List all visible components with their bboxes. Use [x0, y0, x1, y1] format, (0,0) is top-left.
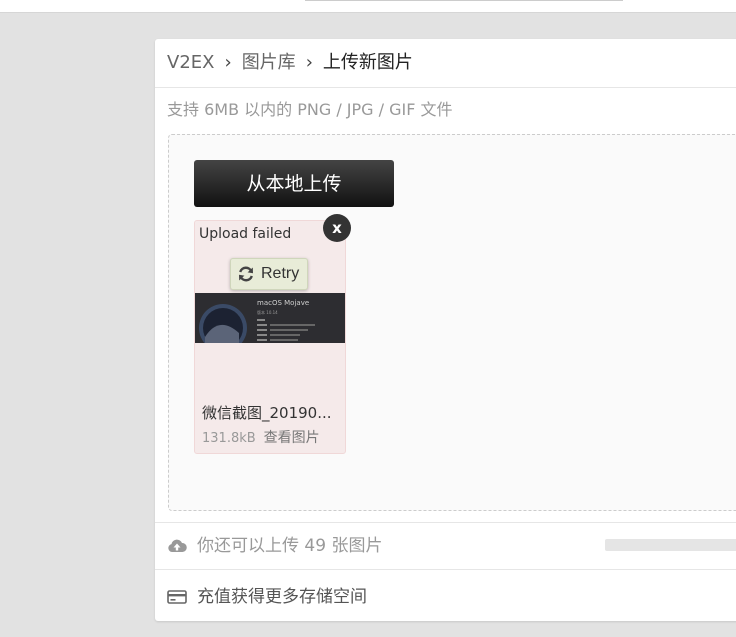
refresh-icon	[239, 266, 253, 282]
retry-button[interactable]: Retry	[230, 258, 308, 290]
recharge-storage-link[interactable]: 充值获得更多存储空间	[167, 586, 367, 608]
screenshot-thumbnail-image: macOS Mojave 版本 10.14	[195, 293, 345, 343]
file-size: 131.8kB	[202, 431, 256, 446]
remove-file-button[interactable]: x	[323, 214, 351, 242]
breadcrumb-home-link[interactable]: V2EX	[167, 52, 214, 73]
drop-zone[interactable]: 从本地上传 Upload failed x Retry macOS Mojave…	[168, 134, 736, 511]
quota-progress-bar	[605, 539, 736, 551]
upload-quota-text: 你还可以上传 49 张图片	[197, 536, 383, 556]
cloud-upload-icon	[168, 539, 187, 552]
credit-card-icon	[167, 590, 187, 604]
view-image-link[interactable]: 查看图片	[264, 430, 320, 446]
thumbnail-subtitle: 版本 10.14	[257, 309, 278, 315]
divider	[155, 569, 736, 570]
upload-hint: 支持 6MB 以内的 PNG / JPG / GIF 文件	[167, 100, 453, 119]
top-navbar	[0, 0, 736, 13]
breadcrumb-separator: ›	[224, 52, 232, 73]
file-preview-card: Upload failed x Retry macOS Mojave 版本 10…	[194, 214, 351, 454]
upload-from-local-button[interactable]: 从本地上传	[194, 160, 394, 207]
divider	[155, 522, 736, 523]
search-box-edge[interactable]	[305, 0, 623, 1]
breadcrumb-separator: ›	[305, 52, 313, 73]
divider	[155, 87, 736, 88]
upload-quota: 你还可以上传 49 张图片	[167, 535, 382, 557]
upload-status-text: Upload failed	[199, 226, 292, 242]
breadcrumb-current: 上传新图片	[322, 52, 413, 73]
file-name: 微信截图_20190...	[202, 404, 332, 422]
upload-panel: V2EX › 图片库 › 上传新图片 支持 6MB 以内的 PNG / JPG / GI…	[155, 39, 736, 621]
recharge-text: 充值获得更多存储空间	[197, 587, 367, 607]
retry-label: Retry	[261, 265, 300, 282]
image-thumbnail: macOS Mojave 版本 10.14	[195, 293, 345, 343]
thumbnail-title: macOS Mojave	[257, 299, 309, 307]
breadcrumb: V2EX › 图片库 › 上传新图片	[167, 51, 413, 75]
file-meta: 131.8kB 查看图片	[202, 427, 320, 447]
breadcrumb-gallery-link[interactable]: 图片库	[242, 52, 296, 73]
